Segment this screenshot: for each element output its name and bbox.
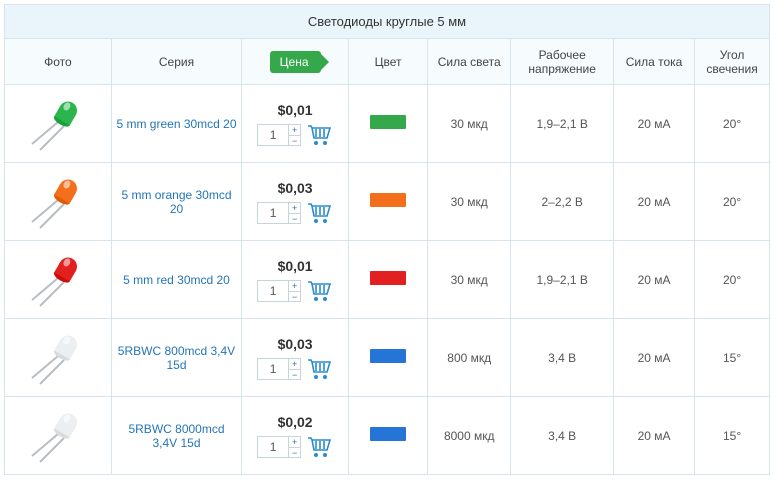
cell-current: 20 мА <box>613 163 694 241</box>
qty-minus-icon[interactable]: − <box>289 136 300 146</box>
price-value: $0,01 <box>278 258 313 274</box>
price-value: $0,01 <box>278 102 313 118</box>
header-luminous: Сила света <box>428 39 511 85</box>
cell-luminous: 30 мкд <box>428 85 511 163</box>
cell-luminous: 30 мкд <box>428 241 511 319</box>
cell-photo <box>5 163 112 241</box>
cell-photo <box>5 397 112 475</box>
header-angle: Угол свечения <box>695 39 770 85</box>
table-row: 5 mm red 30mcd 20 $0,01 + − <box>5 241 770 319</box>
header-current: Сила тока <box>613 39 694 85</box>
color-swatch <box>370 427 406 441</box>
table-row: 5 mm orange 30mcd 20 $0,03 + − <box>5 163 770 241</box>
cell-voltage: 1,9–2,1 В <box>511 85 614 163</box>
quantity-input[interactable] <box>258 125 288 145</box>
quantity-stepper[interactable]: + − <box>257 436 301 458</box>
cart-icon[interactable] <box>307 358 333 380</box>
cell-voltage: 2–2,2 В <box>511 163 614 241</box>
cell-angle: 20° <box>695 241 770 319</box>
cell-price: $0,03 + − <box>242 163 349 241</box>
cart-icon[interactable] <box>307 280 333 302</box>
cell-luminous: 800 мкд <box>428 319 511 397</box>
qty-minus-icon[interactable]: − <box>289 448 300 458</box>
color-swatch <box>370 271 406 285</box>
series-link[interactable]: 5 mm orange 30mcd 20 <box>121 188 231 216</box>
cell-price: $0,03 + − <box>242 319 349 397</box>
cell-color <box>349 241 428 319</box>
series-link[interactable]: 5RBWC 8000mcd 3,4V 15d <box>128 422 224 450</box>
price-value: $0,03 <box>278 180 313 196</box>
qty-plus-icon[interactable]: + <box>289 281 300 292</box>
color-swatch <box>370 193 406 207</box>
cell-voltage: 3,4 В <box>511 397 614 475</box>
cart-icon[interactable] <box>307 202 333 224</box>
cell-current: 20 мА <box>613 241 694 319</box>
series-link[interactable]: 5RBWC 800mcd 3,4V 15d <box>118 344 235 372</box>
cell-series: 5 mm orange 30mcd 20 <box>111 163 241 241</box>
cell-current: 20 мА <box>613 397 694 475</box>
cell-luminous: 30 мкд <box>428 163 511 241</box>
table-row: 5RBWC 800mcd 3,4V 15d $0,03 + − <box>5 319 770 397</box>
cell-series: 5RBWC 8000mcd 3,4V 15d <box>111 397 241 475</box>
series-link[interactable]: 5 mm red 30mcd 20 <box>123 273 230 287</box>
cell-color <box>349 85 428 163</box>
cell-angle: 15° <box>695 319 770 397</box>
cell-current: 20 мА <box>613 85 694 163</box>
quantity-stepper[interactable]: + − <box>257 280 301 302</box>
qty-minus-icon[interactable]: − <box>289 214 300 224</box>
table-title: Светодиоды круглые 5 мм <box>5 5 770 39</box>
cell-voltage: 3,4 В <box>511 319 614 397</box>
qty-minus-icon[interactable]: − <box>289 292 300 302</box>
cell-price: $0,01 + − <box>242 241 349 319</box>
quantity-input[interactable] <box>258 281 288 301</box>
led-table: Светодиоды круглые 5 мм Фото Серия Цена … <box>4 4 770 475</box>
cart-icon[interactable] <box>307 436 333 458</box>
quantity-stepper[interactable]: + − <box>257 358 301 380</box>
color-swatch <box>370 115 406 129</box>
quantity-input[interactable] <box>258 203 288 223</box>
header-color: Цвет <box>349 39 428 85</box>
cell-angle: 15° <box>695 397 770 475</box>
cell-angle: 20° <box>695 85 770 163</box>
header-voltage: Рабочее напряжение <box>511 39 614 85</box>
cell-angle: 20° <box>695 163 770 241</box>
cell-price: $0,02 + − <box>242 397 349 475</box>
cell-color <box>349 163 428 241</box>
quantity-input[interactable] <box>258 359 288 379</box>
cell-color <box>349 319 428 397</box>
header-price[interactable]: Цена <box>242 39 349 85</box>
cell-series: 5 mm red 30mcd 20 <box>111 241 241 319</box>
table-row: 5 mm green 30mcd 20 $0,01 + − <box>5 85 770 163</box>
header-series: Серия <box>111 39 241 85</box>
qty-plus-icon[interactable]: + <box>289 359 300 370</box>
qty-plus-icon[interactable]: + <box>289 203 300 214</box>
cell-color <box>349 397 428 475</box>
quantity-stepper[interactable]: + − <box>257 202 301 224</box>
quantity-stepper[interactable]: + − <box>257 124 301 146</box>
cell-series: 5RBWC 800mcd 3,4V 15d <box>111 319 241 397</box>
qty-plus-icon[interactable]: + <box>289 125 300 136</box>
table-row: 5RBWC 8000mcd 3,4V 15d $0,02 + − <box>5 397 770 475</box>
cell-photo <box>5 319 112 397</box>
header-photo: Фото <box>5 39 112 85</box>
price-value: $0,02 <box>278 414 313 430</box>
cell-series: 5 mm green 30mcd 20 <box>111 85 241 163</box>
cell-photo <box>5 241 112 319</box>
color-swatch <box>370 349 406 363</box>
cart-icon[interactable] <box>307 124 333 146</box>
cell-current: 20 мА <box>613 319 694 397</box>
cell-photo <box>5 85 112 163</box>
quantity-input[interactable] <box>258 437 288 457</box>
price-value: $0,03 <box>278 336 313 352</box>
series-link[interactable]: 5 mm green 30mcd 20 <box>116 117 236 131</box>
qty-plus-icon[interactable]: + <box>289 437 300 448</box>
cell-price: $0,01 + − <box>242 85 349 163</box>
qty-minus-icon[interactable]: − <box>289 370 300 380</box>
cell-luminous: 8000 мкд <box>428 397 511 475</box>
cell-voltage: 1,9–2,1 В <box>511 241 614 319</box>
price-sort-badge[interactable]: Цена <box>270 51 321 73</box>
